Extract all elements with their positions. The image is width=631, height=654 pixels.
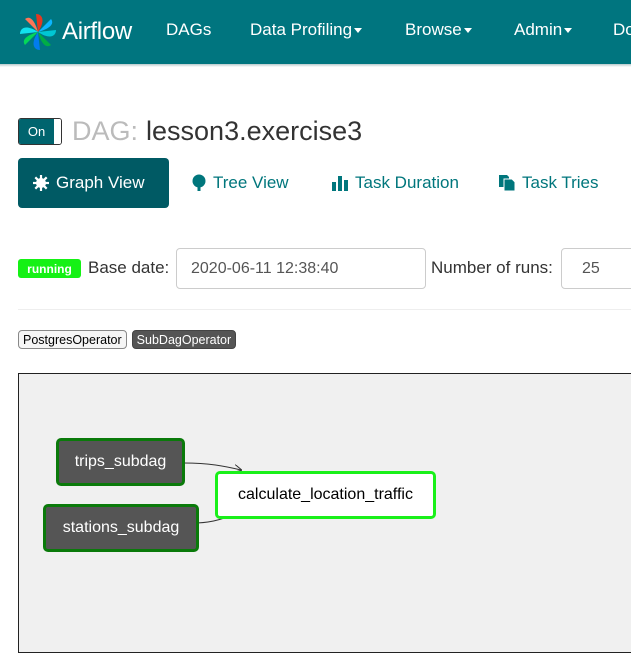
brand-link[interactable]: Airflow: [18, 10, 132, 54]
operator-subdag: SubDagOperator: [131, 330, 237, 349]
nav-admin-label: Admin: [514, 20, 563, 39]
nav-docs-label: Do: [613, 20, 631, 39]
nav-admin[interactable]: Admin: [514, 20, 573, 40]
tab-tree-view-label: Tree View: [213, 173, 289, 192]
tab-graph-view[interactable]: Graph View: [18, 158, 169, 208]
nav-data-profiling-label: Data Profiling: [250, 20, 353, 39]
nav-browse[interactable]: Browse: [405, 20, 472, 40]
tab-task-tries-label: Task Tries: [522, 173, 599, 192]
tab-task-duration[interactable]: Task Duration: [331, 158, 459, 208]
tree-icon: [191, 174, 207, 192]
nav-dags[interactable]: DAGs: [166, 20, 211, 40]
operator-postgres: PostgresOperator: [18, 330, 127, 349]
caret-down-icon: [564, 28, 573, 34]
base-date-input[interactable]: 2020-06-11 12:38:40: [176, 248, 426, 289]
dag-title: On DAG: lesson3.exercise3: [18, 116, 362, 146]
graph-node-stations-subdag[interactable]: stations_subdag: [43, 504, 199, 552]
toggle-handle: [54, 118, 61, 144]
dag-id: lesson3.exercise3: [146, 115, 363, 146]
nav-docs[interactable]: Do: [613, 20, 631, 40]
nav-data-profiling[interactable]: Data Profiling: [250, 20, 363, 40]
graph-node-calculate-location-traffic[interactable]: calculate_location_traffic: [215, 471, 436, 519]
operator-legend: PostgresOperator SubDagOperator: [18, 330, 241, 350]
edge-trips-to-calculate: [183, 462, 241, 470]
navbar: Airflow DAGs Data Profiling Browse Admin…: [0, 0, 631, 64]
tab-task-tries[interactable]: Task Tries: [498, 158, 599, 208]
graph-node-trips-subdag[interactable]: trips_subdag: [56, 438, 185, 486]
duplicate-icon: [498, 174, 516, 192]
dag-prefix: DAG:: [72, 115, 139, 146]
tab-task-duration-label: Task Duration: [355, 173, 459, 192]
dag-graph-canvas[interactable]: trips_subdag stations_subdag calculate_l…: [18, 373, 631, 653]
bar-chart-icon: [331, 174, 349, 192]
brand-name: Airflow: [62, 18, 132, 45]
nav-browse-label: Browse: [405, 20, 462, 39]
toggle-on-label: On: [19, 118, 54, 144]
tab-tree-view[interactable]: Tree View: [191, 158, 289, 208]
state-badge-running: running: [18, 259, 81, 278]
tab-graph-view-label: Graph View: [56, 173, 145, 192]
dag-pause-toggle[interactable]: On: [18, 117, 62, 145]
airflow-logo-icon: [20, 14, 56, 50]
caret-down-icon: [463, 28, 472, 34]
asterisk-icon: [32, 174, 50, 192]
num-runs-select[interactable]: 25: [561, 248, 631, 289]
navbar-shadow: [0, 64, 631, 67]
caret-down-icon: [354, 28, 363, 34]
nav-dags-label: DAGs: [166, 20, 212, 39]
base-date-label: Base date:: [88, 258, 170, 277]
num-runs-label: Number of runs:: [431, 258, 553, 277]
divider: [18, 309, 631, 310]
